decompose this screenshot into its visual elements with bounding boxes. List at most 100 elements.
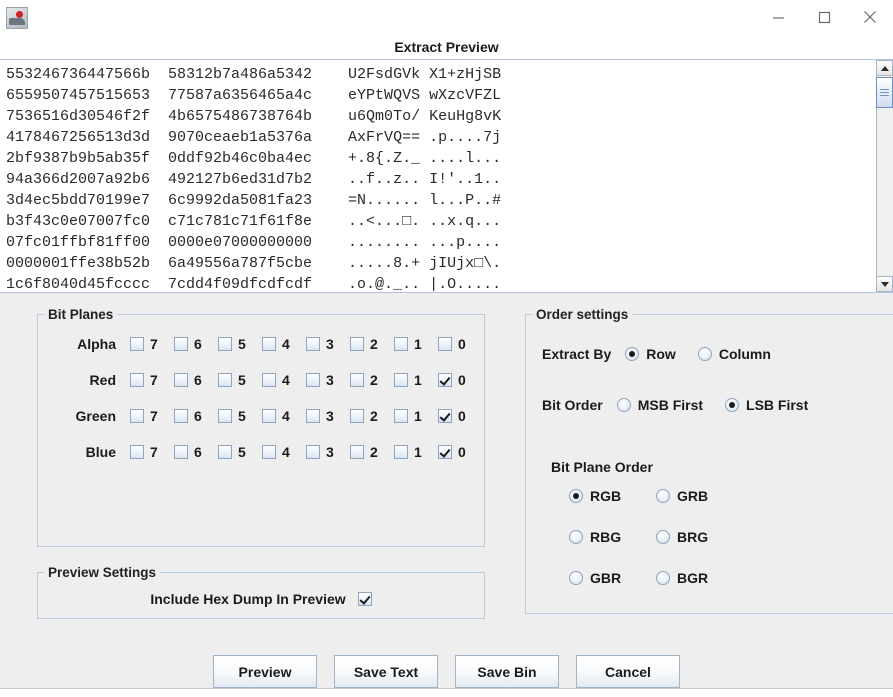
radio-option-bit-plane-order-bgr[interactable]: BGR <box>656 570 708 586</box>
order-settings-group: Order settings Extract By Row Column Bit … <box>525 307 893 614</box>
radio-option-bit-plane-order-gbr[interactable]: GBR <box>569 570 656 586</box>
radio-bit-plane-order-brg[interactable] <box>656 530 670 544</box>
bit-plane-cell: 0 <box>438 372 482 388</box>
checkbox-green-bit-6[interactable] <box>174 409 188 423</box>
bit-plane-order-label: Bit Plane Order <box>551 459 653 475</box>
checkbox-red-bit-5[interactable] <box>218 373 232 387</box>
checkbox-blue-bit-2[interactable] <box>350 445 364 459</box>
maximize-button[interactable] <box>801 0 847 34</box>
scroll-down-arrow[interactable] <box>876 276 893 292</box>
hex-dump-line: 94a366d2007a92b6 492127b6ed31d7b2 ..f..z… <box>6 171 502 188</box>
bit-index-label: 1 <box>414 336 422 352</box>
checkbox-alpha-bit-2[interactable] <box>350 337 364 351</box>
bit-plane-cell: 1 <box>394 372 438 388</box>
preview-button[interactable]: Preview <box>213 655 317 688</box>
checkbox-alpha-bit-3[interactable] <box>306 337 320 351</box>
app-icon <box>6 7 28 29</box>
bit-plane-cell: 0 <box>438 444 482 460</box>
radio-bit-plane-order-gbr[interactable] <box>569 571 583 585</box>
radio-option-bit-plane-order-rbg[interactable]: RBG <box>569 529 656 545</box>
minimize-button[interactable] <box>755 0 801 34</box>
bit-plane-channel-label: Alpha <box>77 336 116 352</box>
checkbox-blue-bit-5[interactable] <box>218 445 232 459</box>
checkbox-green-bit-2[interactable] <box>350 409 364 423</box>
radio-label-bit-plane-order-grb: GRB <box>677 488 709 504</box>
bit-planes-rows: Alpha 7 6 5 4 3 2 1 0 Red 7 6 5 4 3 2 1 0 Green 7 6 5 4 3 2 1 0 Blu… <box>38 330 484 466</box>
bit-index-label: 6 <box>194 408 202 424</box>
checkbox-green-bit-3[interactable] <box>306 409 320 423</box>
checkbox-red-bit-1[interactable] <box>394 373 408 387</box>
checkbox-alpha-bit-1[interactable] <box>394 337 408 351</box>
save-bin-button[interactable]: Save Bin <box>455 655 559 688</box>
bit-order-row: Bit Order MSB First LSB First <box>542 397 808 413</box>
bit-plane-cell: 6 <box>174 444 218 460</box>
scroll-thumb[interactable] <box>876 77 893 108</box>
radio-option-extract-by-column[interactable]: Column <box>697 346 771 362</box>
checkbox-red-bit-6[interactable] <box>174 373 188 387</box>
bit-index-label: 6 <box>194 372 202 388</box>
checkbox-alpha-bit-4[interactable] <box>262 337 276 351</box>
checkbox-green-bit-5[interactable] <box>218 409 232 423</box>
checkbox-blue-bit-3[interactable] <box>306 445 320 459</box>
radio-option-extract-by-row[interactable]: Row <box>625 346 676 362</box>
extract-by-row: Extract By Row Column <box>542 346 771 362</box>
bit-index-label: 4 <box>282 444 290 460</box>
radio-extract-by-column[interactable] <box>697 347 712 361</box>
bit-plane-cell: 1 <box>394 444 438 460</box>
save-text-button[interactable]: Save Text <box>334 655 438 688</box>
bit-plane-channel-label: Red <box>89 372 116 388</box>
radio-option-bit-plane-order-grb[interactable]: GRB <box>656 488 708 504</box>
hex-dump-text[interactable]: 553246736447566b 58312b7a486a5342 U2FsdG… <box>0 60 876 292</box>
checkbox-blue-bit-1[interactable] <box>394 445 408 459</box>
close-button[interactable] <box>847 0 893 34</box>
bit-index-label: 0 <box>458 336 466 352</box>
bit-plane-cell: 3 <box>306 336 350 352</box>
checkbox-red-bit-0[interactable] <box>438 373 452 387</box>
include-hex-dump-label: Include Hex Dump In Preview <box>150 591 346 607</box>
checkbox-red-bit-7[interactable] <box>130 373 144 387</box>
checkbox-alpha-bit-5[interactable] <box>218 337 232 351</box>
radio-bit-order-lsb-first[interactable] <box>725 398 740 412</box>
checkbox-green-bit-0[interactable] <box>438 409 452 423</box>
checkbox-alpha-bit-6[interactable] <box>174 337 188 351</box>
bit-index-label: 7 <box>150 444 158 460</box>
radio-option-bit-order-msb-first[interactable]: MSB First <box>616 397 703 413</box>
checkbox-blue-bit-6[interactable] <box>174 445 188 459</box>
checkbox-alpha-bit-7[interactable] <box>130 337 144 351</box>
radio-bit-plane-order-rbg[interactable] <box>569 530 583 544</box>
bit-order-label: Bit Order <box>542 397 603 413</box>
checkbox-red-bit-2[interactable] <box>350 373 364 387</box>
include-hex-dump-checkbox[interactable] <box>357 592 372 606</box>
radio-extract-by-row[interactable] <box>625 347 640 361</box>
cancel-button[interactable]: Cancel <box>576 655 680 688</box>
checkbox-green-bit-1[interactable] <box>394 409 408 423</box>
radio-bit-order-msb-first[interactable] <box>616 398 631 412</box>
radio-option-bit-order-lsb-first[interactable]: LSB First <box>725 397 808 413</box>
bit-plane-cell: 5 <box>218 336 262 352</box>
radio-label-extract-by-column: Column <box>718 346 771 362</box>
bit-index-label: 5 <box>238 444 246 460</box>
checkbox-blue-bit-0[interactable] <box>438 445 452 459</box>
radio-bit-plane-order-grb[interactable] <box>656 489 670 503</box>
radio-bit-plane-order-rgb[interactable] <box>569 489 583 503</box>
preview-settings-group: Preview Settings Include Hex Dump In Pre… <box>37 565 485 619</box>
bit-index-label: 0 <box>458 444 466 460</box>
scroll-up-arrow[interactable] <box>876 60 893 76</box>
bit-index-label: 4 <box>282 372 290 388</box>
preview-settings-legend: Preview Settings <box>48 565 157 580</box>
preview-scrollbar[interactable] <box>876 60 893 292</box>
radio-bit-plane-order-bgr[interactable] <box>656 571 670 585</box>
checkbox-blue-bit-4[interactable] <box>262 445 276 459</box>
bit-index-label: 6 <box>194 336 202 352</box>
checkbox-alpha-bit-0[interactable] <box>438 337 452 351</box>
bit-plane-cell: 2 <box>350 408 394 424</box>
bit-plane-cell: 0 <box>438 408 482 424</box>
radio-option-bit-plane-order-brg[interactable]: BRG <box>656 529 708 545</box>
checkbox-red-bit-4[interactable] <box>262 373 276 387</box>
checkbox-green-bit-7[interactable] <box>130 409 144 423</box>
bit-index-label: 2 <box>370 444 378 460</box>
checkbox-red-bit-3[interactable] <box>306 373 320 387</box>
radio-option-bit-plane-order-rgb[interactable]: RGB <box>569 488 656 504</box>
checkbox-green-bit-4[interactable] <box>262 409 276 423</box>
checkbox-blue-bit-7[interactable] <box>130 445 144 459</box>
